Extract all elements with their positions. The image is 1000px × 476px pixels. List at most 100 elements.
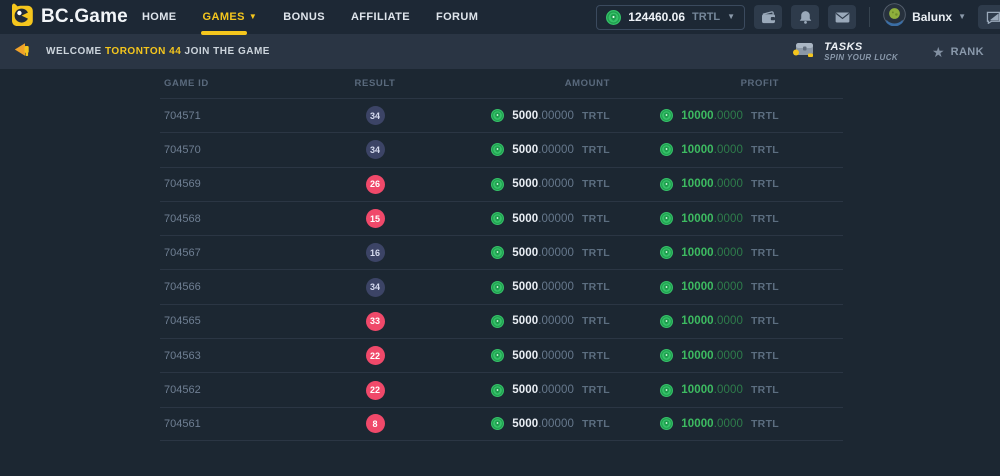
result-cell: 15 [345, 209, 405, 228]
profit-value: 10000.0000 [681, 350, 743, 362]
profit-value: 10000.0000 [681, 315, 743, 327]
amount-value: 5000.00000 [512, 281, 574, 293]
result-badge: 34 [366, 106, 385, 125]
trtl-coin-icon [660, 246, 673, 259]
amount-value: 5000.00000 [512, 350, 574, 362]
result-badge: 15 [366, 209, 385, 228]
bell-icon [799, 10, 812, 24]
result-cell: 8 [345, 414, 405, 433]
rank-label: RANK [951, 46, 984, 58]
table-row[interactable]: 704562 22 5000.00000 TRTL 10000.0000 TRT… [160, 372, 843, 406]
table-row[interactable]: 704566 34 5000.00000 TRTL 10000.0000 TRT… [160, 269, 843, 303]
tasks-button[interactable]: TASKS SPIN YOUR LUCK [792, 39, 898, 64]
brand[interactable]: BC.Game [8, 2, 128, 33]
topbar-right: 124460.06 TRTL ▼ [596, 3, 1000, 31]
game-id: 704571 [160, 110, 345, 122]
table-body: 704571 34 5000.00000 TRTL 10000.0000 TRT… [160, 98, 843, 441]
table-row[interactable]: 704571 34 5000.00000 TRTL 10000.0000 TRT… [160, 98, 843, 132]
amount-cell: 5000.00000 TRTL [405, 384, 655, 397]
result-badge: 34 [366, 278, 385, 297]
app-root: BC.Game HOME GAMES▼ BONUS AFFILIATE FORU… [0, 0, 1000, 476]
trtl-coin-icon [660, 178, 673, 191]
table-row[interactable]: 704563 22 5000.00000 TRTL 10000.0000 TRT… [160, 338, 843, 372]
result-badge: 8 [366, 414, 385, 433]
amount-value: 5000.00000 [512, 384, 574, 396]
user-name: Balunx [912, 10, 952, 24]
table-row[interactable]: 704565 33 5000.00000 TRTL 10000.0000 TRT… [160, 304, 843, 338]
tasks-chest-icon [792, 39, 816, 64]
amount-cell: 5000.00000 TRTL [405, 349, 655, 362]
result-badge: 16 [366, 243, 385, 262]
announcement-banner: WELCOME TORONTON 44 JOIN THE GAME TASKS … [0, 34, 1000, 69]
profit-cell: 10000.0000 TRTL [655, 349, 843, 362]
tasks-subtitle: SPIN YOUR LUCK [824, 53, 898, 62]
amount-value: 5000.00000 [512, 418, 574, 430]
amount-value: 5000.00000 [512, 213, 574, 225]
mail-button[interactable] [828, 5, 856, 29]
table-row[interactable]: 704569 26 5000.00000 TRTL 10000.0000 TRT… [160, 167, 843, 201]
chat-icon [986, 11, 1000, 24]
profit-cell: 10000.0000 TRTL [655, 384, 843, 397]
game-id: 704569 [160, 178, 345, 190]
wallet-button[interactable] [754, 5, 782, 29]
trtl-coin-icon [491, 384, 504, 397]
result-cell: 34 [345, 106, 405, 125]
welcome-message: WELCOME TORONTON 44 JOIN THE GAME [46, 46, 270, 57]
top-navbar: BC.Game HOME GAMES▼ BONUS AFFILIATE FORU… [0, 0, 1000, 34]
amount-cell: 5000.00000 TRTL [405, 281, 655, 294]
table-row[interactable]: 704568 15 5000.00000 TRTL 10000.0000 TRT… [160, 201, 843, 235]
result-cell: 26 [345, 175, 405, 194]
amount-currency: TRTL [582, 110, 610, 122]
result-cell: 22 [345, 346, 405, 365]
notifications-button[interactable] [791, 5, 819, 29]
profit-cell: 10000.0000 TRTL [655, 417, 843, 430]
game-id: 704561 [160, 418, 345, 430]
rank-button[interactable]: ★ RANK [932, 45, 988, 59]
nav-forum-label: FORUM [436, 11, 478, 23]
result-badge: 33 [366, 312, 385, 331]
profit-currency: TRTL [751, 178, 779, 190]
welcome-prefix: WELCOME [46, 46, 105, 57]
amount-currency: TRTL [582, 247, 610, 259]
column-header-profit: PROFIT [655, 78, 843, 89]
result-badge: 22 [366, 381, 385, 400]
amount-value: 5000.00000 [512, 247, 574, 259]
game-id: 704562 [160, 384, 345, 396]
result-cell: 33 [345, 312, 405, 331]
table-row[interactable]: 704570 34 5000.00000 TRTL 10000.0000 TRT… [160, 132, 843, 166]
result-cell: 34 [345, 278, 405, 297]
nav-bonus[interactable]: BONUS [283, 11, 325, 23]
table-row[interactable]: 704567 16 5000.00000 TRTL 10000.0000 TRT… [160, 235, 843, 269]
tasks-title: TASKS [824, 41, 898, 54]
nav-home[interactable]: HOME [142, 11, 177, 23]
trtl-coin-icon [660, 212, 673, 225]
trtl-coin-icon [491, 349, 504, 362]
nav-affiliate[interactable]: AFFILIATE [351, 11, 410, 23]
trtl-coin-icon [660, 349, 673, 362]
amount-value: 5000.00000 [512, 178, 574, 190]
nav-home-label: HOME [142, 11, 177, 23]
banner-right: TASKS SPIN YOUR LUCK ★ RANK [792, 39, 988, 64]
chat-button[interactable]: 10 [978, 5, 1000, 29]
table-row[interactable]: 704561 8 5000.00000 TRTL 10000.0000 TRTL [160, 407, 843, 441]
amount-currency: TRTL [582, 213, 610, 225]
trtl-coin-icon [660, 109, 673, 122]
user-menu[interactable]: Balunx ▼ [883, 3, 966, 31]
column-header-game-id: GAME ID [160, 78, 345, 89]
trtl-coin-icon [660, 417, 673, 430]
bcgame-logo-icon [8, 2, 34, 33]
balance-selector[interactable]: 124460.06 TRTL ▼ [596, 5, 745, 30]
result-badge: 26 [366, 175, 385, 194]
game-id: 704563 [160, 350, 345, 362]
trtl-coin-icon [491, 143, 504, 156]
profit-value: 10000.0000 [681, 281, 743, 293]
nav-forum[interactable]: FORUM [436, 11, 478, 23]
trtl-coin-icon [660, 143, 673, 156]
profit-currency: TRTL [751, 350, 779, 362]
column-header-result: RESULT [345, 78, 405, 89]
nav-games[interactable]: GAMES▼ [203, 11, 258, 23]
star-icon: ★ [932, 45, 945, 59]
amount-cell: 5000.00000 TRTL [405, 143, 655, 156]
profit-currency: TRTL [751, 384, 779, 396]
mail-icon [835, 12, 850, 23]
